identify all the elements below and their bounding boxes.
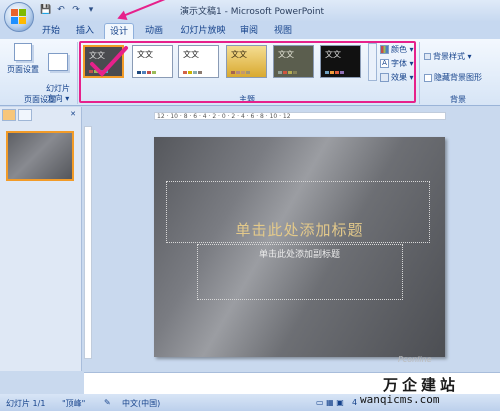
- checkbox-icon: [424, 73, 432, 82]
- title-placeholder-text[interactable]: 单击此处添加标题: [154, 219, 445, 240]
- quick-access-toolbar: 💾 ↶ ↷ ▾: [40, 4, 97, 16]
- background-styles-icon: [424, 53, 431, 60]
- background-styles-label: 背景样式 ▾: [433, 52, 472, 61]
- tab-animation[interactable]: 动画: [140, 23, 168, 39]
- tab-home[interactable]: 开始: [38, 23, 64, 39]
- slide-thumbnail[interactable]: [6, 131, 74, 181]
- page-setup-icon: [14, 43, 32, 61]
- tab-slideshow[interactable]: 幻灯片放映: [178, 23, 228, 39]
- slides-tab[interactable]: [2, 109, 16, 121]
- subtitle-placeholder-text[interactable]: 单击此处添加副标题: [154, 247, 445, 260]
- watermark-logo: 万企建站: [383, 376, 460, 394]
- slide-count-status: 幻灯片 1/1: [6, 399, 46, 408]
- page-setup-label: 页面设置: [7, 65, 39, 74]
- language-status[interactable]: 中文(中国): [122, 398, 160, 409]
- background-styles-button[interactable]: 背景样式 ▾: [424, 51, 472, 62]
- group-separator: [77, 42, 78, 104]
- zoom-level[interactable]: 4: [352, 398, 357, 407]
- slide-canvas[interactable]: 单击此处添加标题 单击此处添加副标题: [154, 137, 445, 357]
- hide-background-checkbox[interactable]: 隐藏背景图形: [424, 72, 482, 83]
- ribbon-tabs: 开始 插入 设计 动画 幻灯片放映 审阅 视图: [0, 22, 500, 39]
- hide-background-label: 隐藏背景图形: [434, 73, 482, 82]
- tab-view[interactable]: 视图: [270, 23, 296, 39]
- tab-insert[interactable]: 插入: [72, 23, 98, 39]
- pane-tabs: ✕: [2, 109, 80, 121]
- vertical-ruler: [84, 126, 92, 359]
- office-button[interactable]: [4, 2, 34, 32]
- view-buttons[interactable]: ▭ ▦ ▣: [316, 398, 344, 407]
- orientation-icon: [48, 53, 68, 71]
- page-setup-button[interactable]: 页面设置: [6, 43, 40, 75]
- office-logo-icon: [11, 9, 27, 25]
- qat-customize-icon[interactable]: ▾: [85, 4, 97, 16]
- save-icon[interactable]: 💾: [40, 4, 52, 16]
- pane-close-icon[interactable]: ✕: [66, 109, 80, 121]
- tab-design[interactable]: 设计: [104, 23, 134, 39]
- background-group-label: 背景: [450, 95, 466, 104]
- page-setup-group-label: 页面设置: [24, 95, 56, 104]
- spellcheck-icon[interactable]: ✎: [104, 398, 111, 407]
- horizontal-ruler: 12 · 10 · 8 · 6 · 4 · 2 · 0 · 2 · 4 · 6 …: [154, 112, 446, 120]
- pconline-watermark: Pconline: [398, 355, 432, 364]
- outline-tab[interactable]: [18, 109, 32, 121]
- themes-highlight-box: [79, 41, 416, 103]
- window-title: 演示文稿1 - Microsoft PowerPoint: [180, 7, 325, 17]
- theme-name-status: "顶峰": [62, 399, 86, 408]
- tab-review[interactable]: 审阅: [236, 23, 262, 39]
- slides-pane: ✕ 1: [0, 107, 82, 371]
- group-separator: [419, 42, 420, 104]
- undo-icon[interactable]: ↶: [55, 4, 67, 16]
- redo-icon[interactable]: ↷: [70, 4, 82, 16]
- watermark-url: wanqicms.com: [360, 393, 440, 406]
